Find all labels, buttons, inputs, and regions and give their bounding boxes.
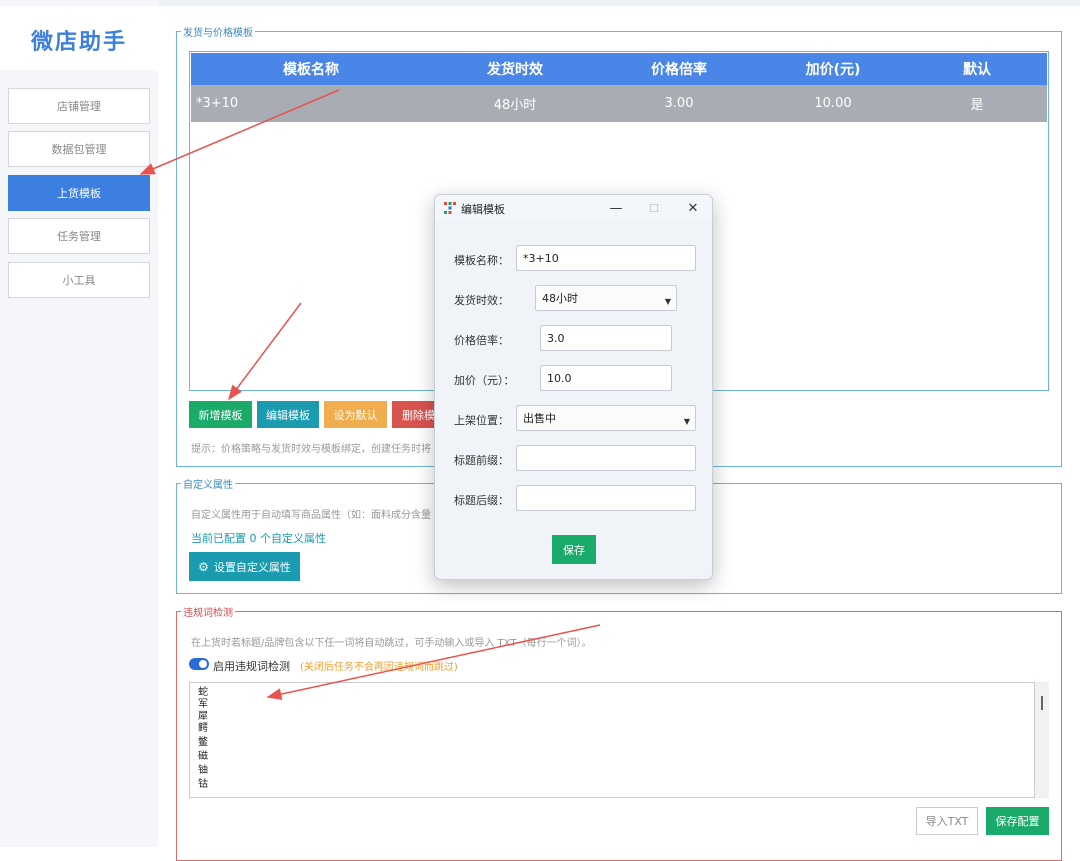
- violation-toggle[interactable]: [189, 658, 209, 670]
- position-select[interactable]: 出售中 ▼: [516, 405, 696, 431]
- scrollbar-thumb[interactable]: [1041, 696, 1043, 710]
- set-default-button[interactable]: 设为默认: [324, 401, 387, 428]
- templates-hint: 提示：价格策略与发货时效与模板绑定，创建任务时将: [191, 444, 431, 455]
- word-line: 犀: [198, 711, 208, 722]
- ratio-label: 价格倍率：: [454, 334, 509, 347]
- markup-input[interactable]: 10.0: [540, 365, 672, 391]
- sidebar-item-tasks[interactable]: 任务管理: [8, 218, 150, 254]
- cell-ratio: 3.00: [664, 96, 694, 111]
- shipping-select-value: 48小时: [542, 292, 578, 305]
- dialog-titlebar[interactable]: 编辑模板 — ☐ ✕: [435, 195, 712, 221]
- custom-attrs-desc: 自定义属性用于自动填写商品属性（如：面料成分含量: [191, 510, 431, 521]
- table-header: 模板名称 发货时效 价格倍率 加价(元) 默认: [191, 53, 1047, 85]
- template-name-input[interactable]: *3+10: [516, 245, 696, 271]
- violation-words-textarea[interactable]: 蛇 军 犀 鳄 鳖 磁 铀 钴: [189, 682, 1035, 798]
- sidebar: 微店助手 店铺管理 数据包管理 上货模板 任务管理 小工具: [0, 0, 158, 847]
- chevron-down-icon: ▼: [683, 417, 690, 426]
- prefix-label: 标题前缀：: [454, 454, 509, 467]
- markup-label: 加价（元）：: [454, 374, 515, 387]
- templates-group-title: 发货与价格模板: [181, 24, 255, 39]
- violation-desc: 在上货时若标题/品牌包含以下任一词将自动跳过，可手动输入或导入 TXT（每行一个…: [191, 638, 592, 649]
- minimize-icon[interactable]: —: [606, 199, 626, 217]
- count-prefix: 当前已配置: [191, 532, 246, 545]
- position-label: 上架位置：: [454, 414, 509, 427]
- set-custom-attrs-label: 设置自定义属性: [213, 560, 291, 574]
- sidebar-item-tools[interactable]: 小工具: [8, 262, 150, 298]
- custom-attrs-group-title: 自定义属性: [181, 476, 235, 491]
- dialog-save-button[interactable]: 保存: [552, 535, 596, 564]
- column-header-shipping[interactable]: 发货时效: [431, 53, 599, 85]
- ratio-input[interactable]: 3.0: [540, 325, 672, 351]
- count-suffix: 个自定义属性: [260, 532, 326, 545]
- word-line: 鳄: [198, 723, 208, 734]
- add-template-button[interactable]: 新增模板: [189, 401, 252, 428]
- column-header-ratio[interactable]: 价格倍率: [599, 53, 759, 85]
- sidebar-item-shop[interactable]: 店铺管理: [8, 88, 150, 124]
- delete-template-button[interactable]: 删除模: [392, 401, 436, 428]
- shipping-select[interactable]: 48小时 ▼: [535, 285, 677, 311]
- word-line: 鳖: [198, 737, 208, 748]
- column-header-default[interactable]: 默认: [907, 53, 1047, 85]
- logo-area: 微店助手: [0, 6, 158, 70]
- edit-template-button[interactable]: 编辑模板: [257, 401, 319, 428]
- violation-toggle-note: (关闭后任务不会再因违规词而跳过): [300, 662, 458, 673]
- title-suffix-input[interactable]: [516, 485, 696, 511]
- close-icon[interactable]: ✕: [683, 199, 703, 217]
- word-line: 钴: [198, 779, 208, 790]
- sidebar-item-datapack[interactable]: 数据包管理: [8, 131, 150, 167]
- word-line: 军: [198, 699, 208, 710]
- sidebar-item-templates[interactable]: 上货模板: [8, 175, 150, 211]
- cell-template-name: *3+10: [196, 96, 239, 111]
- violation-group-title: 违规词检测: [181, 604, 235, 619]
- title-prefix-input[interactable]: [516, 445, 696, 471]
- edit-template-dialog: 编辑模板 — ☐ ✕ 模板名称： *3+10 发货时效： 48小时 ▼ 价格倍率…: [434, 194, 713, 580]
- chevron-down-icon: ▼: [664, 297, 671, 306]
- count-value: 0: [249, 532, 257, 545]
- gear-icon: ⚙: [198, 559, 209, 574]
- cell-markup: 10.00: [814, 96, 852, 111]
- save-config-button[interactable]: 保存配置: [986, 807, 1049, 835]
- cell-shipping: 48小时: [493, 98, 537, 113]
- maximize-icon[interactable]: ☐: [644, 199, 664, 217]
- shipping-label: 发货时效：: [454, 294, 509, 307]
- set-custom-attrs-button[interactable]: ⚙ 设置自定义属性: [189, 552, 300, 581]
- name-label: 模板名称：: [454, 254, 509, 267]
- import-txt-button[interactable]: 导入TXT: [916, 807, 978, 835]
- app-logo-title: 微店助手: [30, 30, 127, 55]
- column-header-markup[interactable]: 加价(元): [759, 53, 907, 85]
- word-line: 铀: [198, 765, 208, 776]
- column-header-name[interactable]: 模板名称: [191, 53, 431, 85]
- textarea-scrollbar[interactable]: [1035, 682, 1049, 798]
- app-grid-icon: [444, 202, 456, 214]
- suffix-label: 标题后缀：: [454, 494, 509, 507]
- custom-attrs-count: 当前已配置 0 个自定义属性: [191, 530, 326, 546]
- toggle-knob: [199, 660, 207, 668]
- violation-toggle-label: 启用违规词检测: [213, 660, 290, 673]
- position-select-value: 出售中: [523, 412, 556, 425]
- table-row[interactable]: *3+10 48小时 3.00 10.00 是: [191, 85, 1047, 122]
- window-top-strip: [0, 0, 1080, 6]
- word-line: 磁: [198, 751, 208, 762]
- dialog-title: 编辑模板: [461, 203, 505, 216]
- word-line: 蛇: [198, 687, 208, 698]
- cell-default: 是: [970, 98, 984, 113]
